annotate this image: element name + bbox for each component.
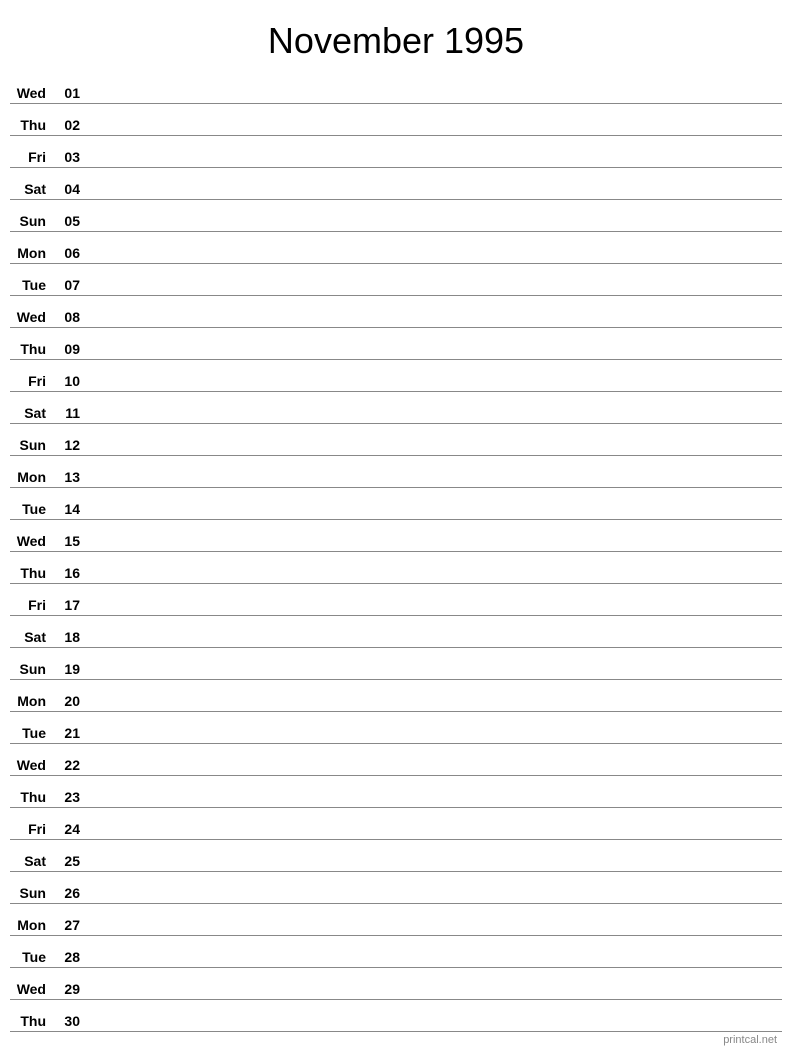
day-name: Wed [10,757,50,773]
day-number: 08 [50,309,80,325]
day-number: 21 [50,725,80,741]
day-name: Fri [10,149,50,165]
day-number: 20 [50,693,80,709]
day-row: Sun19 [10,648,782,680]
day-name: Fri [10,373,50,389]
day-name: Sun [10,213,50,229]
day-name: Mon [10,469,50,485]
day-name: Thu [10,117,50,133]
day-row: Thu16 [10,552,782,584]
day-name: Tue [10,949,50,965]
day-number: 27 [50,917,80,933]
day-name: Wed [10,533,50,549]
day-number: 14 [50,501,80,517]
day-number: 10 [50,373,80,389]
day-number: 05 [50,213,80,229]
day-row: Sat04 [10,168,782,200]
day-row: Wed01 [10,72,782,104]
day-name: Fri [10,597,50,613]
day-name: Thu [10,341,50,357]
day-row: Thu02 [10,104,782,136]
day-row: Sun05 [10,200,782,232]
day-row: Mon27 [10,904,782,936]
day-number: 24 [50,821,80,837]
day-name: Mon [10,917,50,933]
day-row: Thu30 [10,1000,782,1032]
day-name: Mon [10,245,50,261]
day-number: 15 [50,533,80,549]
day-row: Wed29 [10,968,782,1000]
day-name: Sat [10,629,50,645]
day-number: 07 [50,277,80,293]
day-number: 17 [50,597,80,613]
day-number: 25 [50,853,80,869]
day-name: Thu [10,565,50,581]
day-number: 16 [50,565,80,581]
day-row: Thu23 [10,776,782,808]
day-number: 22 [50,757,80,773]
day-number: 09 [50,341,80,357]
day-number: 02 [50,117,80,133]
day-row: Sat18 [10,616,782,648]
day-name: Wed [10,309,50,325]
day-name: Sun [10,661,50,677]
day-row: Wed08 [10,296,782,328]
day-row: Fri10 [10,360,782,392]
day-number: 18 [50,629,80,645]
day-number: 28 [50,949,80,965]
day-row: Tue14 [10,488,782,520]
day-name: Sat [10,405,50,421]
calendar-container: Wed01Thu02Fri03Sat04Sun05Mon06Tue07Wed08… [0,72,792,1032]
day-name: Sat [10,181,50,197]
day-row: Fri03 [10,136,782,168]
day-name: Thu [10,1013,50,1029]
day-number: 03 [50,149,80,165]
day-number: 29 [50,981,80,997]
day-name: Wed [10,981,50,997]
day-row: Mon13 [10,456,782,488]
day-name: Tue [10,501,50,517]
day-number: 11 [50,405,80,421]
day-number: 13 [50,469,80,485]
day-row: Tue21 [10,712,782,744]
day-name: Wed [10,85,50,101]
day-row: Fri24 [10,808,782,840]
day-name: Sun [10,885,50,901]
day-number: 06 [50,245,80,261]
day-name: Fri [10,821,50,837]
day-number: 04 [50,181,80,197]
footer-text: printcal.net [723,1034,777,1046]
day-row: Tue07 [10,264,782,296]
day-number: 30 [50,1013,80,1029]
day-row: Fri17 [10,584,782,616]
day-row: Wed22 [10,744,782,776]
day-number: 23 [50,789,80,805]
day-name: Mon [10,693,50,709]
day-name: Thu [10,789,50,805]
day-number: 12 [50,437,80,453]
day-row: Sun12 [10,424,782,456]
day-row: Mon20 [10,680,782,712]
day-name: Sun [10,437,50,453]
day-name: Sat [10,853,50,869]
day-number: 26 [50,885,80,901]
day-number: 01 [50,85,80,101]
day-row: Tue28 [10,936,782,968]
day-row: Sun26 [10,872,782,904]
day-name: Tue [10,725,50,741]
day-number: 19 [50,661,80,677]
day-row: Wed15 [10,520,782,552]
day-row: Thu09 [10,328,782,360]
day-row: Sat11 [10,392,782,424]
day-row: Mon06 [10,232,782,264]
day-name: Tue [10,277,50,293]
day-row: Sat25 [10,840,782,872]
page-title: November 1995 [0,0,792,72]
